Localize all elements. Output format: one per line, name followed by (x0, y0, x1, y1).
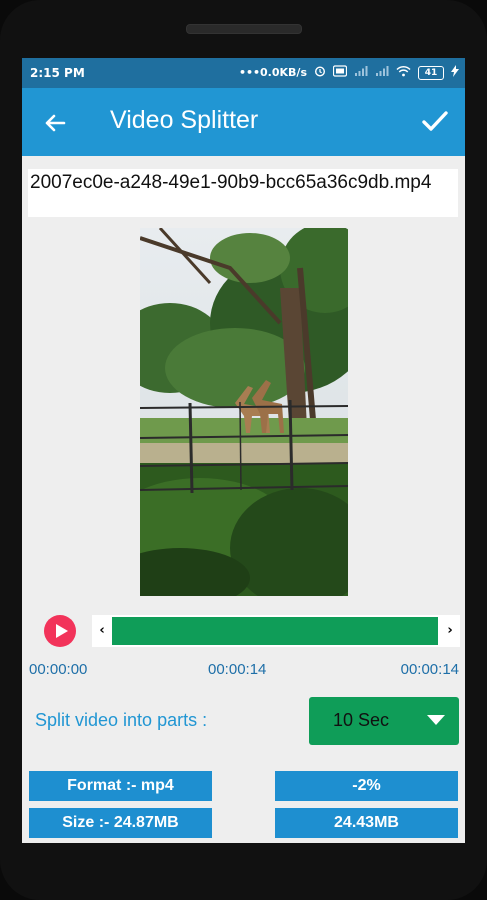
play-button[interactable] (44, 615, 76, 647)
split-duration-dropdown[interactable]: 10 Sec (309, 697, 459, 745)
time-labels: 00:00:00 00:00:14 00:00:14 (22, 661, 465, 683)
video-preview[interactable] (140, 228, 348, 596)
current-time: 00:00:14 (208, 661, 267, 678)
phone-frame: 2:15 PM •••0.0KB/s 41 Video Splitter 200… (0, 0, 487, 900)
page-title: Video Splitter (110, 106, 259, 134)
app-toolbar: Video Splitter (22, 88, 465, 156)
check-icon (422, 111, 448, 131)
alarm-icon (314, 65, 326, 80)
trim-range-selection[interactable] (112, 617, 438, 645)
status-icons: •••0.0KB/s 41 (239, 65, 459, 80)
trim-end-handle[interactable]: › (440, 615, 460, 647)
output-size-info: 24.43MB (275, 808, 458, 838)
charging-icon (451, 65, 459, 80)
split-duration-value: 10 Sec (333, 710, 390, 730)
start-time: 00:00:00 (29, 661, 88, 678)
split-label: Split video into parts : (35, 710, 208, 730)
network-dots: ••• (238, 66, 261, 79)
network-speed: •••0.0KB/s (239, 66, 307, 79)
video-frame-image (140, 228, 348, 596)
trim-start-handle[interactable]: ‹ (92, 615, 112, 647)
arrow-left-icon (45, 114, 66, 132)
status-time: 2:15 PM (30, 66, 85, 80)
signal-2-icon (375, 65, 389, 80)
screen: 2:15 PM •••0.0KB/s 41 Video Splitter 200… (22, 58, 465, 843)
percent-info: -2% (275, 771, 458, 801)
file-name: 2007ec0e-a248-49e1-90b9-bcc65a36c9db.mp4 (28, 169, 458, 217)
volte-icon (332, 65, 348, 80)
battery-icon: 41 (418, 65, 444, 80)
status-bar: 2:15 PM •••0.0KB/s 41 (22, 58, 465, 88)
caret-down-icon (427, 715, 445, 725)
end-time: 00:00:14 (400, 661, 459, 678)
back-button[interactable] (40, 108, 70, 138)
confirm-button[interactable] (419, 105, 451, 137)
speaker-grille (186, 24, 302, 34)
format-info: Format :- mp4 (29, 771, 212, 801)
network-speed-value: 0.0KB/s (260, 66, 307, 79)
wifi-icon (396, 65, 411, 80)
size-info: Size :- 24.87MB (29, 808, 212, 838)
signal-icon (354, 65, 368, 80)
trim-range-slider[interactable]: ‹ › (92, 615, 460, 647)
